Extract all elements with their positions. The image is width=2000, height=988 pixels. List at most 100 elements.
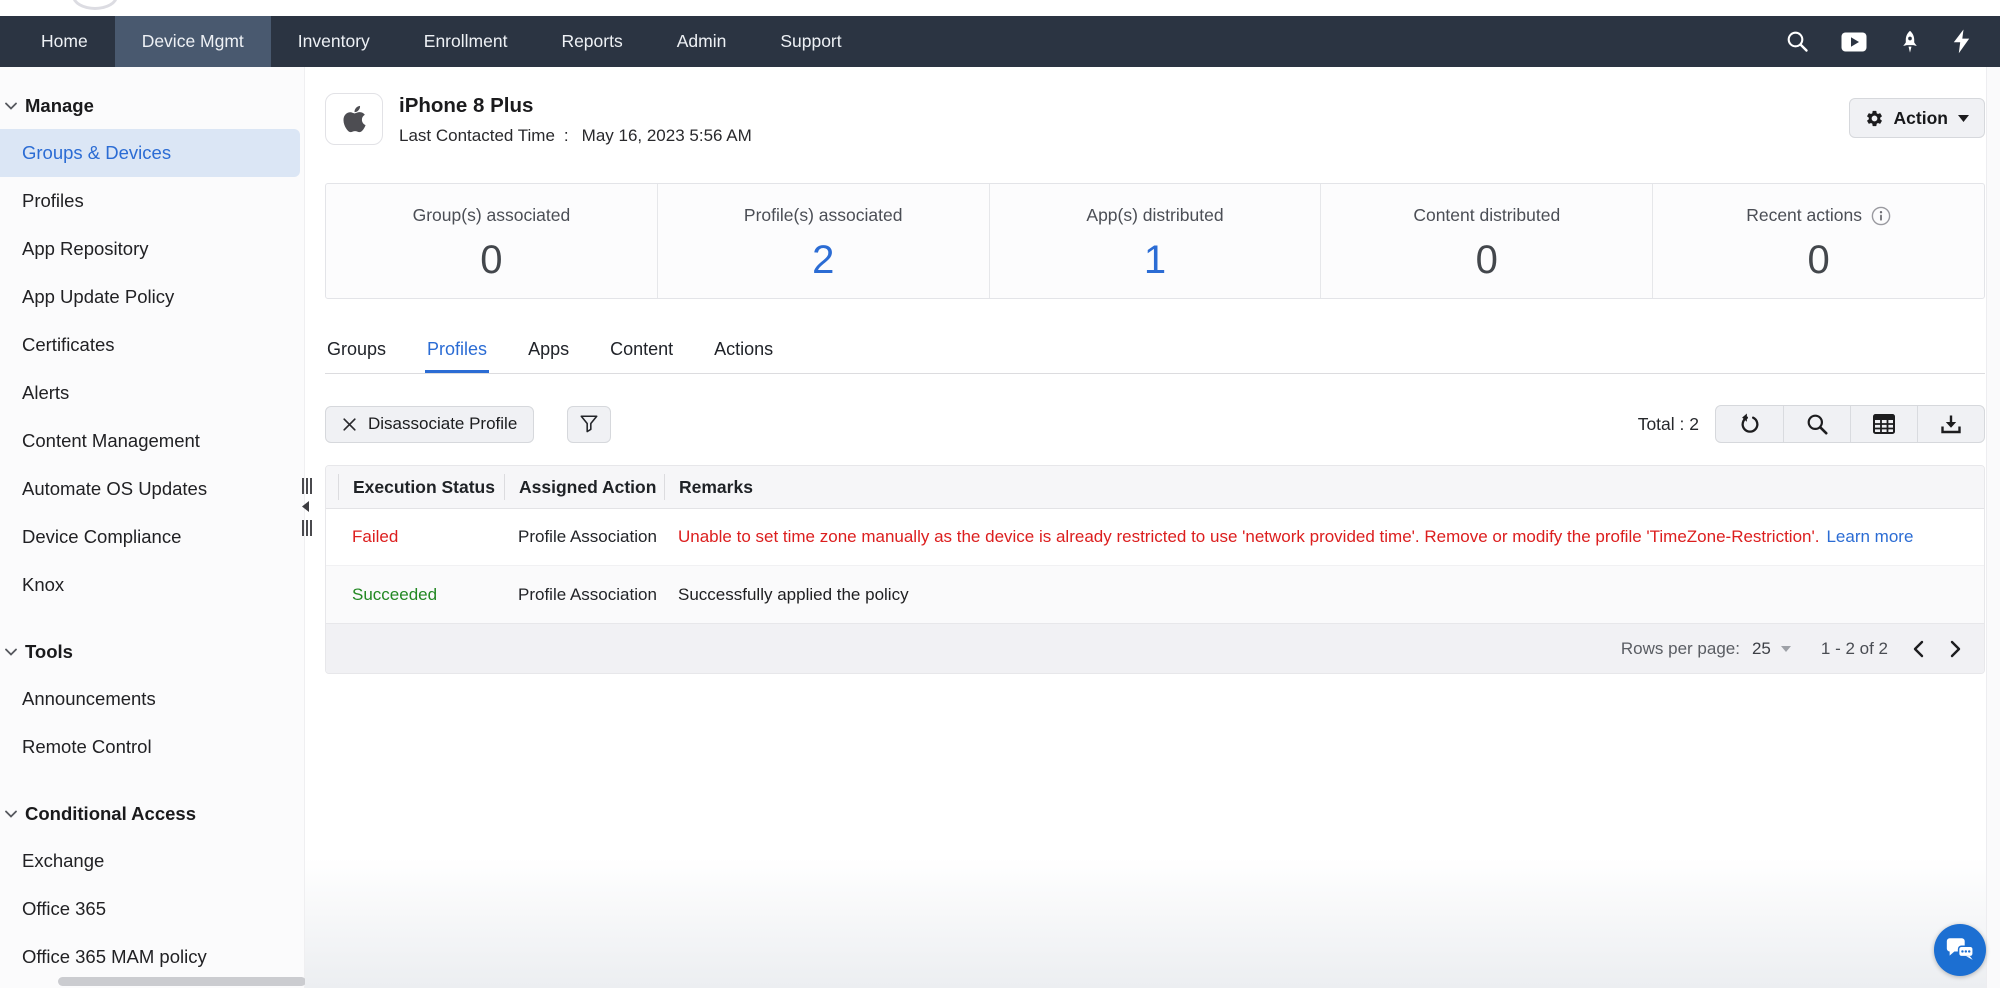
sidebar: Manage Groups & Devices Profiles App Rep… (0, 67, 305, 988)
browser-top-strip (0, 0, 2000, 16)
last-contacted: Last Contacted Time : May 16, 2023 5:56 … (399, 126, 752, 146)
last-contacted-label: Last Contacted Time (399, 126, 555, 146)
nav-item-enrollment[interactable]: Enrollment (397, 16, 535, 67)
apple-logo-icon (342, 104, 367, 134)
last-contacted-value: May 16, 2023 5:56 AM (582, 126, 752, 146)
nav-item-support[interactable]: Support (753, 16, 868, 67)
stat-label: Group(s) associated (413, 205, 571, 226)
table-row[interactable]: Succeeded Profile Association Successful… (326, 566, 1984, 623)
stat-value: 0 (326, 238, 657, 283)
remarks-cell: Unable to set time zone manually as the … (664, 527, 1984, 547)
column-view-button[interactable] (1850, 406, 1917, 442)
assigned-action-cell: Profile Association (504, 585, 664, 605)
support-chat-button[interactable] (1934, 924, 1986, 976)
sidebar-resize-handle[interactable] (299, 478, 315, 536)
previous-page-button[interactable] (1912, 640, 1925, 658)
sidebar-item-device-compliance[interactable]: Device Compliance (0, 513, 304, 561)
pagination-range: 1 - 2 of 2 (1821, 639, 1888, 659)
sidebar-item-groups-devices[interactable]: Groups & Devices (0, 129, 300, 177)
refresh-button[interactable] (1716, 406, 1783, 442)
device-name: iPhone 8 Plus (399, 94, 752, 118)
table-toolbar: Disassociate Profile Total : 2 (325, 405, 1985, 443)
top-nav-menu: Home Device Mgmt Inventory Enrollment Re… (14, 16, 869, 67)
nav-item-home[interactable]: Home (14, 16, 115, 67)
top-navigation: Home Device Mgmt Inventory Enrollment Re… (0, 16, 2000, 67)
nav-item-device-mgmt[interactable]: Device Mgmt (115, 16, 271, 67)
sidebar-section-title: Conditional Access (25, 803, 196, 825)
sidebar-item-knox[interactable]: Knox (0, 561, 304, 609)
nav-item-inventory[interactable]: Inventory (271, 16, 397, 67)
column-header-assigned-action[interactable]: Assigned Action (504, 474, 664, 500)
tab-actions[interactable]: Actions (712, 329, 775, 373)
sidebar-item-exchange[interactable]: Exchange (0, 837, 304, 885)
sidebar-section-manage[interactable]: Manage (0, 83, 304, 129)
sidebar-item-app-update-policy[interactable]: App Update Policy (0, 273, 304, 321)
sidebar-section-tools[interactable]: Tools (0, 629, 304, 675)
caret-down-icon (1781, 646, 1791, 652)
rows-per-page-select[interactable]: 25 (1752, 639, 1791, 659)
download-icon (1941, 414, 1961, 435)
profiles-table: Execution Status Assigned Action Remarks… (325, 465, 1985, 674)
action-button-label: Action (1894, 108, 1948, 129)
tab-profiles[interactable]: Profiles (425, 329, 489, 373)
sidebar-item-automate-os-updates[interactable]: Automate OS Updates (0, 465, 304, 513)
table-row[interactable]: Failed Profile Association Unable to set… (326, 509, 1984, 566)
rows-per-page-label: Rows per page: (1621, 639, 1740, 659)
stats-panel: Group(s) associated 0 Profile(s) associa… (325, 183, 1985, 299)
column-header-execution-status[interactable]: Execution Status (338, 474, 504, 500)
sidebar-item-office-365-mam-policy[interactable]: Office 365 MAM policy (0, 933, 304, 981)
next-page-button[interactable] (1949, 640, 1962, 658)
filter-button[interactable] (567, 406, 611, 443)
sidebar-section-conditional-access[interactable]: Conditional Access (0, 791, 304, 837)
nav-item-admin[interactable]: Admin (650, 16, 754, 67)
sidebar-section-title: Manage (25, 95, 94, 117)
sidebar-section-title: Tools (25, 641, 73, 663)
stat-groups-associated: Group(s) associated 0 (326, 184, 658, 298)
search-icon[interactable] (1786, 30, 1809, 53)
column-header-remarks[interactable]: Remarks (664, 474, 1984, 500)
sidebar-item-alerts[interactable]: Alerts (0, 369, 304, 417)
sidebar-item-profiles[interactable]: Profiles (0, 177, 304, 225)
export-button[interactable] (1917, 406, 1984, 442)
stat-value: 0 (1321, 238, 1652, 283)
stat-content-distributed: Content distributed 0 (1321, 184, 1653, 298)
search-icon (1806, 413, 1828, 435)
device-info: iPhone 8 Plus Last Contacted Time : May … (399, 93, 752, 146)
video-tutorials-icon[interactable] (1841, 32, 1867, 52)
search-button[interactable] (1783, 406, 1850, 442)
execution-status-cell: Failed (338, 527, 504, 547)
table-grid-icon (1873, 414, 1895, 434)
action-button[interactable]: Action (1849, 98, 1985, 138)
top-nav-icons (1786, 16, 1970, 67)
execution-status-cell: Succeeded (338, 585, 504, 605)
quick-actions-bolt-icon[interactable] (1953, 29, 1970, 54)
remark-text: Unable to set time zone manually as the … (678, 527, 1819, 546)
stat-value-link[interactable]: 2 (658, 238, 989, 283)
disassociate-profile-button[interactable]: Disassociate Profile (325, 406, 534, 443)
sidebar-item-content-management[interactable]: Content Management (0, 417, 304, 465)
info-icon[interactable] (1871, 206, 1891, 226)
sidebar-item-app-repository[interactable]: App Repository (0, 225, 304, 273)
table-actions-group (1715, 405, 1985, 443)
sidebar-horizontal-scrollbar[interactable] (58, 977, 306, 986)
tab-apps[interactable]: Apps (526, 329, 571, 373)
sidebar-item-certificates[interactable]: Certificates (0, 321, 304, 369)
sidebar-item-remote-control[interactable]: Remote Control (0, 723, 304, 771)
nav-item-reports[interactable]: Reports (534, 16, 649, 67)
main-content: iPhone 8 Plus Last Contacted Time : May … (305, 67, 2000, 988)
learn-more-link[interactable]: Learn more (1826, 527, 1913, 546)
detail-tabs: Groups Profiles Apps Content Actions (325, 329, 1985, 374)
stat-label: Content distributed (1413, 205, 1560, 226)
platform-badge (325, 93, 383, 145)
stat-value-link[interactable]: 1 (990, 238, 1321, 283)
sidebar-item-announcements[interactable]: Announcements (0, 675, 304, 723)
filter-icon (579, 414, 599, 434)
tab-groups[interactable]: Groups (325, 329, 388, 373)
whats-new-rocket-icon[interactable] (1899, 29, 1921, 55)
chevron-down-icon (5, 648, 17, 656)
disassociate-profile-label: Disassociate Profile (368, 414, 517, 434)
tab-content[interactable]: Content (608, 329, 675, 373)
sidebar-item-office-365[interactable]: Office 365 (0, 885, 304, 933)
device-header: iPhone 8 Plus Last Contacted Time : May … (325, 93, 1985, 173)
vertical-scrollbar[interactable] (1986, 67, 2000, 988)
